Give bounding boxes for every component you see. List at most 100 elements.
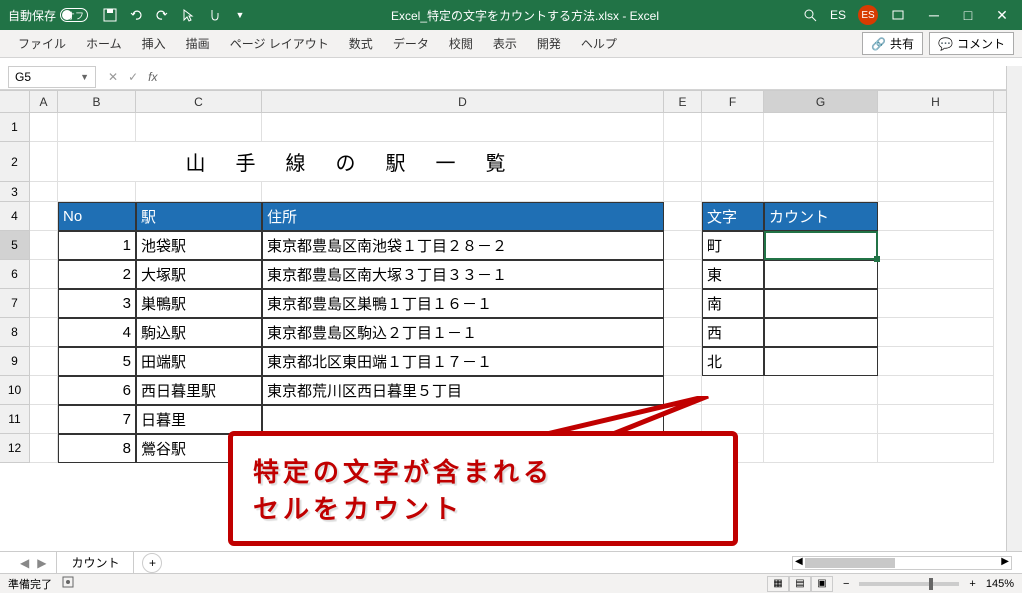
row-header-12[interactable]: 12 xyxy=(0,434,30,463)
col-header-F[interactable]: F xyxy=(702,91,764,112)
zoom-in-button[interactable]: + xyxy=(969,578,975,590)
sheet-prev-icon[interactable]: ◀ xyxy=(20,556,29,570)
table1-no[interactable]: 2 xyxy=(58,260,136,289)
cell[interactable] xyxy=(30,231,58,260)
row-header-1[interactable]: 1 xyxy=(0,113,30,142)
cell[interactable] xyxy=(664,231,702,260)
cell[interactable] xyxy=(764,376,878,405)
table1-addr[interactable]: 東京都荒川区西日暮里５丁目 xyxy=(262,376,664,405)
toggle-switch[interactable]: オフ xyxy=(60,8,88,22)
cell[interactable] xyxy=(878,113,994,142)
table1-station[interactable]: 巣鴨駅 xyxy=(136,289,262,318)
cell[interactable] xyxy=(664,318,702,347)
autosave-toggle[interactable]: 自動保存 オフ xyxy=(8,7,88,24)
table2-char[interactable]: 西 xyxy=(702,318,764,347)
cell[interactable] xyxy=(30,318,58,347)
minimize-button[interactable]: ─ xyxy=(926,7,942,23)
zoom-out-button[interactable]: − xyxy=(843,578,849,590)
cell[interactable] xyxy=(878,142,994,182)
sheet-next-icon[interactable]: ▶ xyxy=(37,556,46,570)
page-break-button[interactable]: ▣ xyxy=(811,576,833,592)
tab-help[interactable]: ヘルプ xyxy=(571,30,627,58)
cell[interactable] xyxy=(30,202,58,231)
cell[interactable] xyxy=(664,182,702,202)
table2-header-count[interactable]: カウント xyxy=(764,202,878,231)
share-button[interactable]: 🔗共有 xyxy=(862,32,923,55)
cell[interactable] xyxy=(58,182,136,202)
table1-no[interactable]: 5 xyxy=(58,347,136,376)
col-header-H[interactable]: H xyxy=(878,91,994,112)
table2-count[interactable] xyxy=(764,289,878,318)
cell[interactable] xyxy=(30,142,58,182)
table1-no[interactable]: 4 xyxy=(58,318,136,347)
table2-count[interactable] xyxy=(764,318,878,347)
selected-cell-G5[interactable] xyxy=(764,231,878,260)
table1-station[interactable]: 池袋駅 xyxy=(136,231,262,260)
undo-icon[interactable] xyxy=(128,7,144,23)
table1-addr[interactable]: 東京都北区東田端１丁目１７－１ xyxy=(262,347,664,376)
cell[interactable] xyxy=(30,289,58,318)
cell[interactable] xyxy=(58,113,136,142)
table1-station[interactable]: 西日暮里駅 xyxy=(136,376,262,405)
cell[interactable] xyxy=(30,405,58,434)
row-header-9[interactable]: 9 xyxy=(0,347,30,376)
table1-station[interactable]: 駒込駅 xyxy=(136,318,262,347)
row-header-2[interactable]: 2 xyxy=(0,142,30,182)
cell[interactable] xyxy=(878,376,994,405)
row-header-5[interactable]: 5 xyxy=(0,231,30,260)
row-header-3[interactable]: 3 xyxy=(0,182,30,202)
cell[interactable] xyxy=(664,376,702,405)
close-button[interactable]: ✕ xyxy=(994,7,1010,23)
comment-button[interactable]: 💬コメント xyxy=(929,32,1014,55)
table2-char[interactable]: 北 xyxy=(702,347,764,376)
tab-formulas[interactable]: 数式 xyxy=(339,30,383,58)
cell[interactable] xyxy=(30,113,58,142)
table1-header-station[interactable]: 駅 xyxy=(136,202,262,231)
row-header-6[interactable]: 6 xyxy=(0,260,30,289)
cursor-icon[interactable] xyxy=(180,7,196,23)
cell[interactable] xyxy=(764,142,878,182)
table1-addr[interactable]: 東京都豊島区南大塚３丁目３３－１ xyxy=(262,260,664,289)
cell[interactable] xyxy=(664,113,702,142)
table1-header-addr[interactable]: 住所 xyxy=(262,202,664,231)
tab-insert[interactable]: 挿入 xyxy=(132,30,176,58)
col-header-E[interactable]: E xyxy=(664,91,702,112)
qat-dropdown-icon[interactable]: ▼ xyxy=(232,7,248,23)
new-sheet-button[interactable]: + xyxy=(142,553,162,573)
table2-char[interactable]: 町 xyxy=(702,231,764,260)
horizontal-scrollbar[interactable]: ◀ ▶ xyxy=(792,556,1012,570)
table1-station[interactable]: 大塚駅 xyxy=(136,260,262,289)
table1-no[interactable]: 6 xyxy=(58,376,136,405)
user-avatar[interactable]: ES xyxy=(858,5,878,25)
table1-header-no[interactable]: No xyxy=(58,202,136,231)
enter-icon[interactable]: ✓ xyxy=(128,70,138,84)
table1-station[interactable]: 田端駅 xyxy=(136,347,262,376)
zoom-slider[interactable] xyxy=(859,582,959,586)
sheet-tab-active[interactable]: カウント xyxy=(56,551,134,575)
tab-page-layout[interactable]: ページ レイアウト xyxy=(220,30,339,58)
cell[interactable] xyxy=(878,347,994,376)
col-header-C[interactable]: C xyxy=(136,91,262,112)
maximize-button[interactable]: □ xyxy=(960,7,976,23)
row-header-7[interactable]: 7 xyxy=(0,289,30,318)
cell[interactable] xyxy=(262,182,664,202)
sheet-title[interactable]: 山手線の駅一覧 xyxy=(58,142,664,182)
table1-addr[interactable]: 東京都豊島区駒込２丁目１－１ xyxy=(262,318,664,347)
table2-header-char[interactable]: 文字 xyxy=(702,202,764,231)
cell[interactable] xyxy=(30,182,58,202)
cell[interactable] xyxy=(664,289,702,318)
tab-review[interactable]: 校閲 xyxy=(439,30,483,58)
select-all-corner[interactable] xyxy=(0,91,30,112)
tab-data[interactable]: データ xyxy=(383,30,439,58)
cell[interactable] xyxy=(878,289,994,318)
row-header-8[interactable]: 8 xyxy=(0,318,30,347)
table1-no[interactable]: 7 xyxy=(58,405,136,434)
tab-file[interactable]: ファイル xyxy=(8,30,76,58)
tab-view[interactable]: 表示 xyxy=(483,30,527,58)
cell[interactable] xyxy=(878,318,994,347)
cell[interactable] xyxy=(764,405,878,434)
touch-icon[interactable] xyxy=(206,7,222,23)
table1-addr[interactable]: 東京都豊島区南池袋１丁目２８－２ xyxy=(262,231,664,260)
normal-view-button[interactable]: ▦ xyxy=(767,576,789,592)
search-icon[interactable] xyxy=(802,7,818,23)
